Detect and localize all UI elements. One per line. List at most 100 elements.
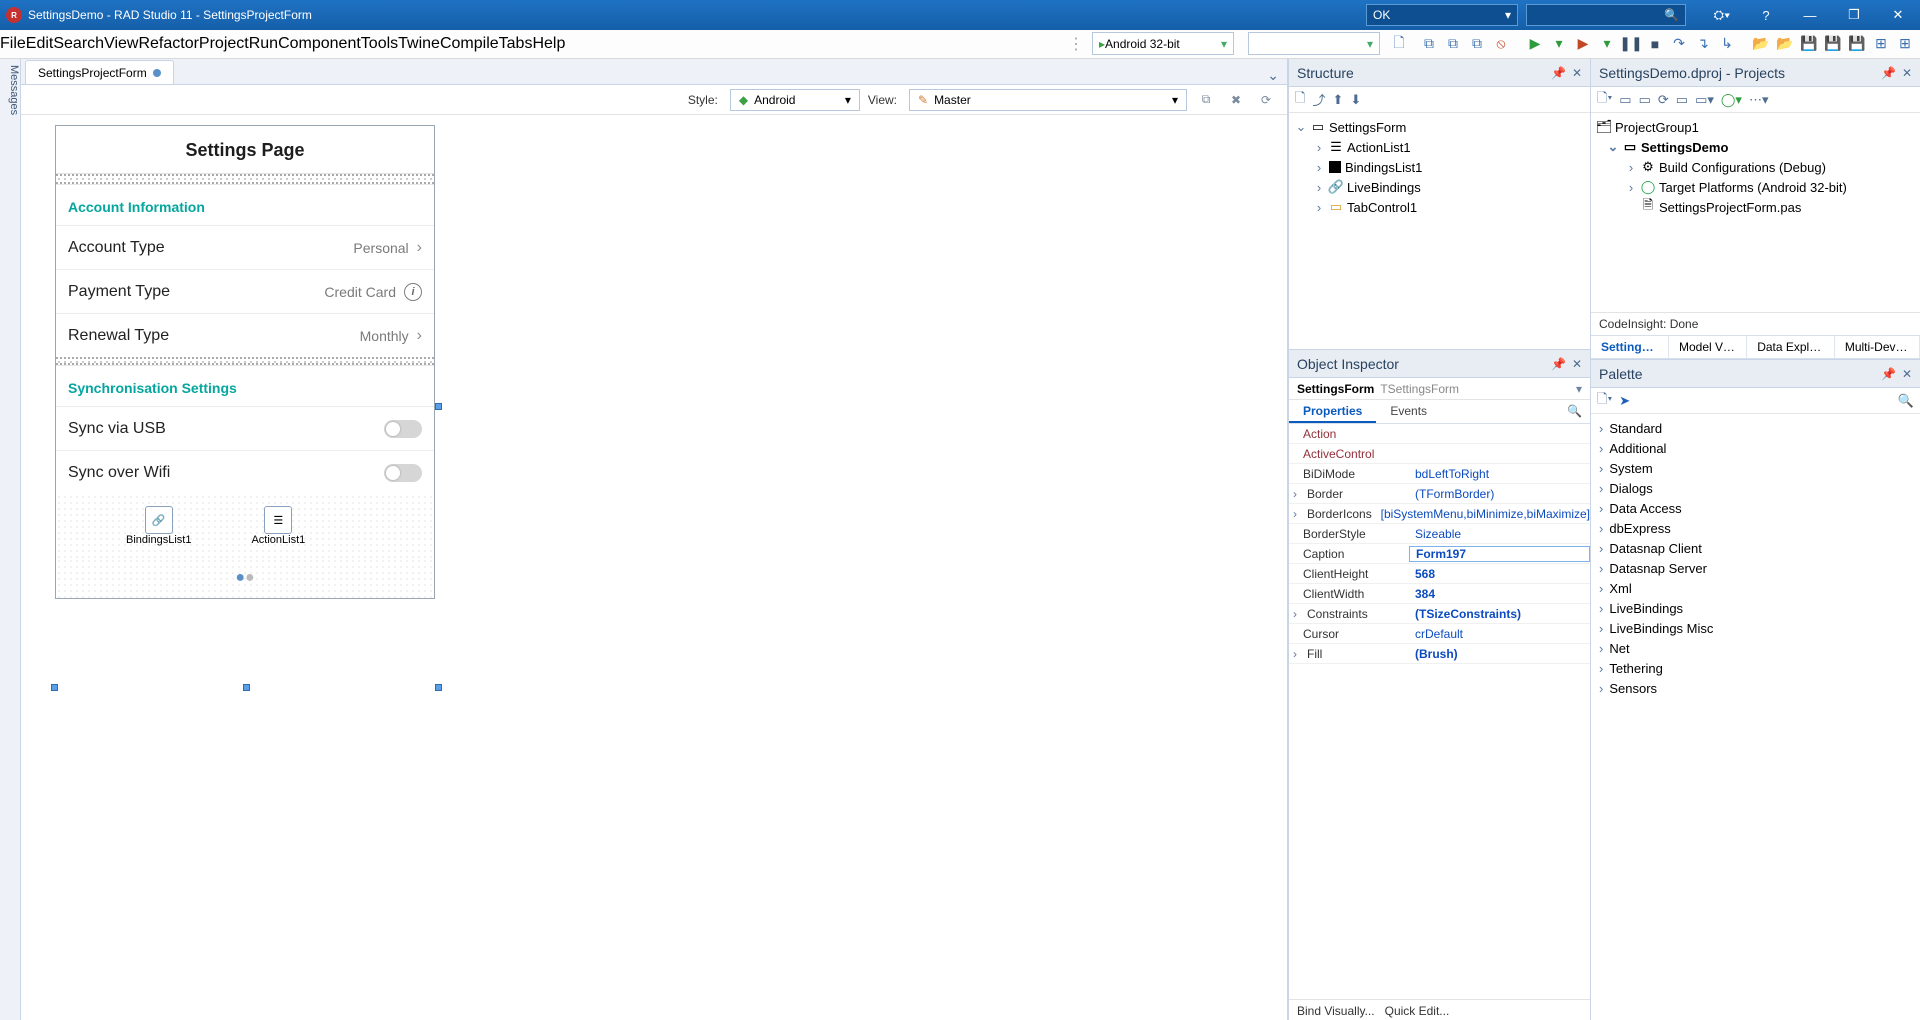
pin-icon[interactable]: 📌	[1881, 367, 1896, 381]
palette-category[interactable]: ›Tethering	[1593, 658, 1918, 678]
oi-tab-events[interactable]: Events	[1376, 400, 1441, 423]
search-icon[interactable]: 🔍	[1898, 393, 1914, 409]
messages-rail[interactable]: Messages	[0, 59, 21, 1020]
pin-icon[interactable]: 📌	[1551, 66, 1566, 80]
platform-combo[interactable]: ▸ Android 32-bit ▾	[1092, 32, 1234, 55]
expand-icon[interactable]: ›	[1625, 160, 1637, 175]
pin-icon[interactable]: 📌	[1881, 66, 1896, 80]
open-folder2-icon[interactable]: 📂	[1774, 33, 1796, 55]
toggle-switch[interactable]	[384, 464, 422, 482]
row-payment-type[interactable]: Payment Type Credit Card i	[56, 269, 434, 313]
menu-search[interactable]: Search	[53, 35, 104, 53]
ptab-multidevice[interactable]: Multi-Devic...	[1835, 336, 1920, 358]
tool-icon[interactable]: 🗋▾	[1597, 390, 1612, 412]
close-button[interactable]: ✕	[1876, 0, 1920, 30]
layout-combo[interactable]: OK ▾	[1366, 4, 1518, 26]
palette-category[interactable]: ›Sensors	[1593, 678, 1918, 698]
oi-prop-row[interactable]: BiDiModebdLeftToRight	[1289, 464, 1590, 484]
palette-tree[interactable]: ›Standard›Additional›System›Dialogs›Data…	[1591, 414, 1920, 1020]
toolbar-new-icon[interactable]: 🗋	[1388, 33, 1410, 55]
tree-node[interactable]: SettingsProjectForm.pas	[1659, 200, 1801, 215]
pin-icon[interactable]: 📌	[1551, 357, 1566, 371]
tree-node[interactable]: Build Configurations (Debug)	[1659, 160, 1826, 175]
step-over-icon[interactable]: ↷	[1668, 33, 1690, 55]
rotate-view-button[interactable]: ⟳	[1255, 89, 1277, 111]
close-icon[interactable]: ✕	[1902, 367, 1912, 381]
oi-prop-row[interactable]: ›Border(TFormBorder)	[1289, 484, 1590, 504]
oi-prop-row[interactable]: CursorcrDefault	[1289, 624, 1590, 644]
view-combo[interactable]: ✎ Master ▾	[909, 89, 1187, 111]
tool-icon[interactable]: 🗋	[1295, 89, 1305, 111]
resize-handle[interactable]	[51, 684, 58, 691]
options-button[interactable]: ⛭▾	[1700, 0, 1744, 30]
step-out-icon[interactable]: ↳	[1716, 33, 1738, 55]
tabcontrol-header[interactable]	[56, 174, 434, 184]
palette-category[interactable]: ›Datasnap Client	[1593, 538, 1918, 558]
oi-quick-edit-link[interactable]: Quick Edit...	[1385, 1004, 1450, 1018]
collapse-icon[interactable]: ⌄	[1607, 139, 1619, 155]
tool-icon[interactable]: ⬆	[1332, 92, 1343, 108]
menu-tabs[interactable]: Tabs	[499, 35, 533, 53]
palette-category[interactable]: ›Additional	[1593, 438, 1918, 458]
tree-node[interactable]: ProjectGroup1	[1615, 120, 1699, 135]
palette-category[interactable]: ›LiveBindings	[1593, 598, 1918, 618]
expand-icon[interactable]: ›	[1313, 180, 1325, 195]
toolbar-paste-icon[interactable]: ⧉	[1442, 33, 1464, 55]
run-without-debug-button[interactable]: ▶	[1572, 33, 1594, 55]
close-icon[interactable]: ✕	[1572, 357, 1582, 371]
palette-category[interactable]: ›Xml	[1593, 578, 1918, 598]
menu-run[interactable]: Run	[249, 35, 278, 53]
tree-node[interactable]: BindingsList1	[1345, 160, 1422, 175]
tool-icon[interactable]: ⟳	[1658, 92, 1669, 108]
palette-category[interactable]: ›Datasnap Server	[1593, 558, 1918, 578]
menu-twine[interactable]: TwineCompile	[398, 35, 498, 53]
tool-icon[interactable]: ⋯▾	[1749, 92, 1769, 108]
oi-prop-row[interactable]: ClientWidth384	[1289, 584, 1590, 604]
structure-header[interactable]: Structure 📌✕	[1289, 59, 1590, 87]
oi-search-button[interactable]: 🔍	[1559, 400, 1590, 423]
step-into-icon[interactable]: ↴	[1692, 33, 1714, 55]
oi-prop-row[interactable]: CaptionForm197	[1289, 544, 1590, 564]
ptab-dataexplorer[interactable]: Data Explor...	[1747, 336, 1835, 358]
palette-category[interactable]: ›Standard	[1593, 418, 1918, 438]
open-folder-icon[interactable]: 📂	[1750, 33, 1772, 55]
close-icon[interactable]: ✕	[1902, 66, 1912, 80]
component-actionlist[interactable]: ☰ ActionList1	[251, 506, 305, 546]
pause-button[interactable]: ❚❚	[1620, 33, 1642, 55]
run-alt-dropdown[interactable]: ▾	[1596, 33, 1618, 55]
tree-node[interactable]: TabControl1	[1347, 200, 1417, 215]
menu-edit[interactable]: Edit	[26, 35, 54, 53]
expand-icon[interactable]: ›	[1313, 160, 1325, 175]
row-account-type[interactable]: Account Type Personal ›	[56, 225, 434, 269]
projects-header[interactable]: SettingsDemo.dproj - Projects 📌✕	[1591, 59, 1920, 87]
ptab-modelview[interactable]: Model View	[1669, 336, 1747, 358]
palette-category[interactable]: ›Net	[1593, 638, 1918, 658]
resize-handle[interactable]	[243, 684, 250, 691]
toolbar-save-icon[interactable]: ⧉	[1466, 33, 1488, 55]
tab-overflow-chevron-icon[interactable]: ⌄	[1267, 67, 1279, 84]
menu-view[interactable]: View	[104, 35, 138, 53]
oi-prop-row[interactable]: BorderStyleSizeable	[1289, 524, 1590, 544]
oi-prop-row[interactable]: ›BorderIcons[biSystemMenu,biMinimize,biM…	[1289, 504, 1590, 524]
oi-header[interactable]: Object Inspector 📌✕	[1289, 350, 1590, 378]
grid2-icon[interactable]: ⊞	[1894, 33, 1916, 55]
resize-handle[interactable]	[435, 403, 442, 410]
expand-icon[interactable]: ›	[1313, 140, 1325, 155]
menu-file[interactable]: File	[0, 35, 26, 53]
projects-tree[interactable]: 🗂ProjectGroup1 ⌄▭SettingsDemo ›⚙Build Co…	[1591, 113, 1920, 312]
tree-node[interactable]: LiveBindings	[1347, 180, 1421, 195]
minimize-button[interactable]: ―	[1788, 0, 1832, 30]
palette-category[interactable]: ›Data Access	[1593, 498, 1918, 518]
palette-category[interactable]: ›LiveBindings Misc	[1593, 618, 1918, 638]
tree-node[interactable]: ActionList1	[1347, 140, 1411, 155]
resize-handle[interactable]	[435, 684, 442, 691]
tree-node-root[interactable]: SettingsForm	[1329, 120, 1406, 135]
run-dropdown[interactable]: ▾	[1548, 33, 1570, 55]
oi-prop-row[interactable]: ClientHeight568	[1289, 564, 1590, 584]
row-sync-usb[interactable]: Sync via USB	[56, 406, 434, 450]
menu-help[interactable]: Help	[532, 35, 565, 53]
saveas-icon[interactable]: 💾	[1846, 33, 1868, 55]
menu-refactor[interactable]: Refactor	[138, 35, 198, 53]
style-combo[interactable]: ◆ Android ▾	[730, 89, 860, 111]
design-canvas[interactable]: Settings Page Account Information Accoun…	[21, 115, 1287, 1020]
